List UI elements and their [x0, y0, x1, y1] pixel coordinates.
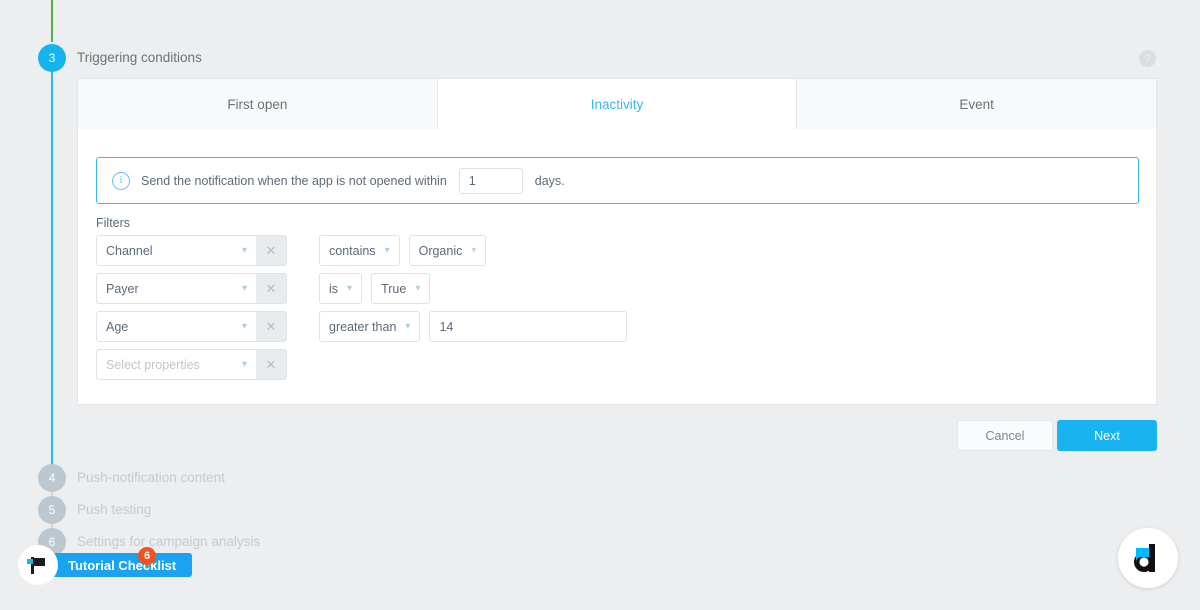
filter-property-value-3: Age	[106, 319, 129, 334]
chevron-down-icon: ▾	[405, 321, 411, 332]
inactivity-condition-banner: i Send the notification when the app is …	[96, 157, 1139, 204]
inactivity-days-input[interactable]	[458, 167, 523, 194]
step-label-push-testing[interactable]: Push testing	[77, 502, 151, 517]
filter-property-select-3[interactable]: Age ▾	[96, 311, 256, 342]
rail-segment-completed	[51, 0, 53, 42]
trigger-type-tabs: First open Inactivity Event	[77, 78, 1158, 130]
filter-property-value-1: Channel	[106, 243, 153, 258]
filter-row: Age ▾ ✕ greater than ▾	[96, 311, 628, 342]
filter-property-select-1[interactable]: Channel ▾	[96, 235, 256, 266]
chevron-down-icon: ▾	[241, 245, 247, 256]
flag-icon	[18, 545, 58, 585]
step-indicator-4[interactable]: 4	[38, 464, 66, 492]
chevron-down-icon: ▾	[241, 359, 247, 370]
chevron-down-icon: ▾	[415, 283, 421, 294]
page-title: Triggering conditions	[77, 50, 202, 65]
filter-property-select-4[interactable]: Select properties ▾	[96, 349, 256, 380]
filter-operator-select-2[interactable]: is ▾	[319, 273, 363, 304]
inactivity-condition-text: Send the notification when the app is no…	[141, 173, 447, 188]
chevron-down-icon: ▾	[471, 245, 477, 256]
close-icon: ✕	[265, 280, 277, 296]
filter-rows-container: Channel ▾ ✕ contains ▾ Organic ▾ Payer ▾…	[96, 235, 628, 387]
tab-first-open-label: First open	[227, 96, 288, 112]
step-label-settings-for-campaign-analysis[interactable]: Settings for campaign analysis	[77, 534, 260, 549]
tutorial-checklist-badge: 6	[138, 547, 156, 565]
info-circle-icon: i	[112, 171, 130, 190]
tab-first-open[interactable]: First open	[77, 78, 438, 130]
step-indicator-3[interactable]: 3	[38, 44, 66, 72]
devtodev-launcher-button[interactable]	[1118, 528, 1178, 588]
filter-remove-button-2[interactable]: ✕	[256, 273, 287, 304]
next-button[interactable]: Next	[1057, 420, 1157, 451]
step-number-4: 4	[48, 471, 56, 485]
filter-property-placeholder-4: Select properties	[106, 357, 200, 372]
step-label-push-notification-content[interactable]: Push-notification content	[77, 470, 225, 485]
filter-property-select-2[interactable]: Payer ▾	[96, 273, 256, 304]
filter-operator-value-3: greater than	[329, 319, 397, 334]
filter-row: Channel ▾ ✕ contains ▾ Organic ▾	[96, 235, 627, 266]
filter-value-1: Organic	[418, 243, 463, 258]
filter-row: Payer ▾ ✕ is ▾ True ▾	[96, 273, 627, 304]
step-number-3: 3	[48, 51, 56, 65]
filter-operator-value-2: is	[329, 281, 339, 296]
step-number-6: 6	[48, 535, 56, 549]
filter-operator-value-1: contains	[329, 243, 376, 258]
filter-operator-select-3[interactable]: greater than ▾	[319, 311, 421, 342]
cancel-button[interactable]: Cancel	[957, 420, 1053, 451]
stepper-rail: 3 4 5 6	[0, 0, 80, 610]
days-suffix-label: days.	[534, 173, 565, 188]
chevron-down-icon: ▾	[347, 283, 353, 294]
tutorial-checklist-label: Tutorial Checklist	[68, 557, 177, 573]
filter-operator-select-1[interactable]: contains ▾	[319, 235, 400, 266]
filter-value-select-1[interactable]: Organic ▾	[408, 235, 487, 266]
chevron-down-icon: ▾	[384, 245, 390, 256]
filter-remove-button-1[interactable]: ✕	[256, 235, 287, 266]
tab-event-label: Event	[959, 96, 994, 112]
filter-value-input-3[interactable]	[429, 311, 628, 342]
filter-remove-button-3[interactable]: ✕	[256, 311, 287, 342]
filter-value-select-2[interactable]: True ▾	[371, 273, 431, 304]
filter-remove-button-4[interactable]: ✕	[256, 349, 287, 380]
filter-value-2: True	[381, 281, 407, 296]
filter-row: Select properties ▾ ✕	[96, 349, 627, 380]
chevron-down-icon: ▾	[241, 321, 247, 332]
triggering-conditions-panel: i Send the notification when the app is …	[77, 129, 1157, 405]
devtodev-d-logo-icon	[1134, 544, 1155, 572]
close-icon: ✕	[265, 356, 277, 372]
tab-inactivity[interactable]: Inactivity	[437, 78, 798, 130]
chevron-down-icon: ▾	[241, 283, 247, 294]
close-icon: ✕	[265, 242, 277, 258]
close-icon: ✕	[265, 318, 277, 334]
help-icon[interactable]: ?	[1139, 50, 1156, 67]
rail-segment-active	[51, 70, 53, 470]
tab-inactivity-label: Inactivity	[590, 96, 644, 112]
filter-property-value-2: Payer	[106, 281, 139, 296]
step-number-5: 5	[48, 503, 56, 517]
tab-event[interactable]: Event	[797, 78, 1158, 130]
step-indicator-5[interactable]: 5	[38, 496, 66, 524]
tutorial-checklist-button[interactable]: Tutorial Checklist	[18, 545, 193, 585]
filters-label: Filters	[96, 216, 131, 230]
